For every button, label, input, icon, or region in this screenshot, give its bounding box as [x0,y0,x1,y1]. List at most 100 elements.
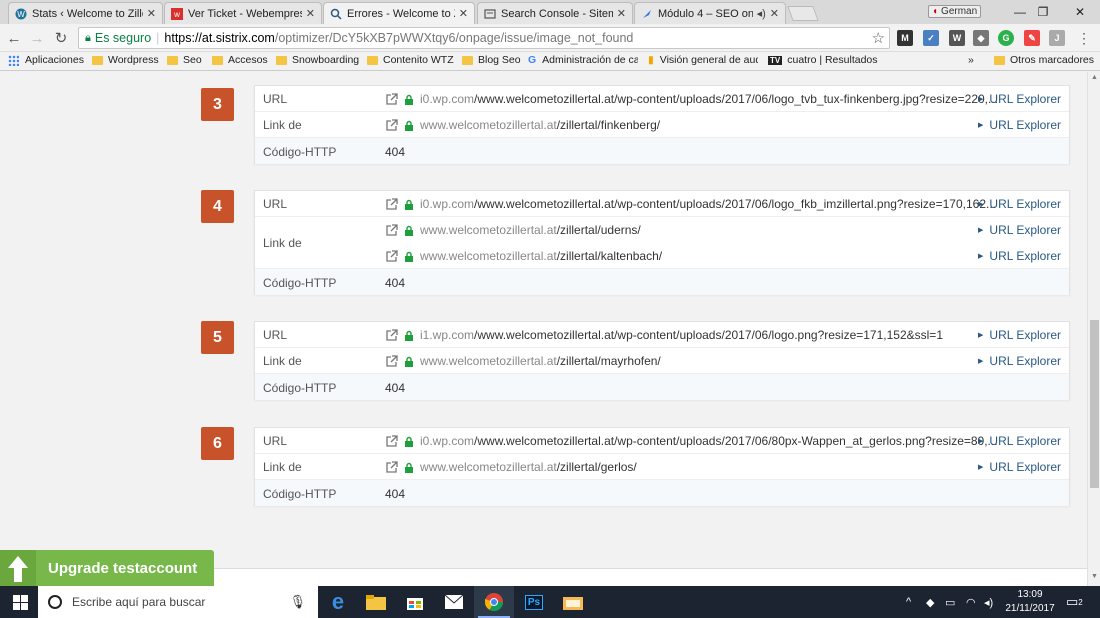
cortana-icon [48,595,62,609]
new-tab-button[interactable] [787,6,819,21]
bookmark-administracion[interactable]: G Administración de ca [528,54,638,66]
issue-number-badge: 6 [201,427,234,460]
bookmark-accesos[interactable]: Accesos [212,54,268,66]
close-icon[interactable]: ✕ [459,7,468,20]
external-link-icon[interactable] [385,460,398,474]
extension-wr-icon[interactable]: W [949,30,965,46]
dropbox-tray-icon[interactable]: ◆ [926,586,934,618]
bookmark-seo[interactable]: Seo [167,54,202,66]
scroll-down-icon[interactable]: ▼ [1090,573,1099,583]
bookmark-otros[interactable]: Otros marcadores [994,54,1094,66]
page-scrollbar[interactable]: ▲ ▼ [1087,72,1100,586]
url-explorer-link[interactable]: ▶ URL Explorer [978,460,1061,474]
folder-app-icon[interactable] [553,586,593,618]
external-link-icon[interactable] [385,434,398,448]
issue-card: URL i0.wp.com/www.welcometozillertal.at/… [254,190,1070,295]
wifi-icon[interactable]: ◠ [966,586,976,618]
bookmark-contenito[interactable]: Contenito WTZ [367,54,454,66]
url-explorer-link[interactable]: ▶ URL Explorer [978,249,1061,263]
bookmark-vision[interactable]: ▮ Visión general de aud [648,54,758,66]
extension-user-icon[interactable]: J [1049,30,1065,46]
url-explorer-link[interactable]: ▶ URL Explorer [978,197,1061,211]
scrollbar-thumb[interactable] [1090,320,1099,488]
windows-start-icon[interactable] [0,586,40,618]
edge-icon[interactable]: e [318,586,358,618]
upgrade-button[interactable]: Upgrade testaccount [0,550,214,587]
tab-ticket[interactable]: w Ver Ticket - Webempresa ✕ [164,2,322,24]
close-icon[interactable]: ✕ [147,7,156,20]
bookmark-star-icon[interactable]: ☆ [872,29,885,47]
url-explorer-link[interactable]: ▶ URL Explorer [978,118,1061,132]
tab-stats[interactable]: W Stats ‹ Welcome to Zillert ✕ [8,2,163,24]
bookmark-label: Otros marcadores [1010,54,1095,66]
extension-checkmark-icon[interactable]: ✓ [923,30,939,46]
back-arrow-icon[interactable]: ← [4,28,24,48]
analytics-icon: ▮ [648,54,654,66]
url-value[interactable]: i0.wp.com/www.welcometozillertal.at/wp-c… [385,92,998,106]
bookmark-cuatro[interactable]: TV cuatro | Resultados d [768,54,880,66]
scroll-up-icon[interactable]: ▲ [1090,74,1099,84]
profile-button[interactable]: ◖ German [928,5,982,18]
bookmark-snowboarding[interactable]: Snowboarding [276,54,359,66]
file-explorer-icon[interactable] [356,586,396,618]
close-icon[interactable]: ✕ [306,7,315,20]
url-explorer-link[interactable]: ▶ URL Explorer [978,223,1061,237]
bookmark-label: Administración de ca [542,54,638,66]
bookmarks-overflow-button[interactable]: » [968,54,974,66]
link-value[interactable]: www.welcometozillertal.at/zillertal/fink… [385,118,660,132]
tab-errores[interactable]: Errores - Welcome to Zill ✕ [323,2,475,24]
photoshop-icon[interactable]: Ps [514,586,554,618]
tab-modulo[interactable]: Módulo 4 – SEO on p ◂) ✕ [634,2,786,24]
notifications-icon[interactable]: ▭ 2 [1066,586,1083,618]
external-link-icon[interactable] [385,328,398,342]
bookmark-blog-seo[interactable]: Blog Seo [462,54,521,66]
taskbar-search-box[interactable]: Escribe aquí para buscar 🎙︎ [38,586,318,618]
http-row: Código-HTTP 404 [255,480,1069,506]
bookmark-apps[interactable]: Aplicaciones [8,54,84,66]
address-bar[interactable]: 🔒︎ Es seguro | https://at.sistrix.com /o… [78,27,890,49]
close-icon[interactable]: ✕ [617,7,626,20]
link-value[interactable]: www.welcometozillertal.at/zillertal/gerl… [385,460,637,474]
close-window-button[interactable]: ✕ [1060,0,1100,24]
microphone-icon[interactable]: 🎙︎ [289,594,306,610]
external-link-icon[interactable] [385,354,398,368]
url-explorer-link[interactable]: ▶ URL Explorer [978,92,1061,106]
apps-grid-icon [8,54,19,66]
tab-search-console[interactable]: Search Console - Sitemap ✕ [477,2,633,24]
volume-icon[interactable]: ◂) [984,586,993,618]
external-link-icon[interactable] [385,197,398,211]
extension-pin-icon[interactable]: ✎ [1024,30,1040,46]
url-value[interactable]: i0.wp.com/www.welcometozillertal.at/wp-c… [385,434,998,448]
battery-icon[interactable]: ▭ [945,586,955,618]
external-link-icon[interactable] [385,223,398,237]
link-value[interactable]: www.welcometozillertal.at/zillertal/mayr… [385,354,661,368]
url-value[interactable]: i0.wp.com/www.welcometozillertal.at/wp-c… [385,197,996,211]
taskbar-clock[interactable]: 13:09 21/11/2017 [1002,588,1058,616]
url-explorer-link[interactable]: ▶ URL Explorer [978,434,1061,448]
external-link-icon[interactable] [385,249,398,263]
url-explorer-link[interactable]: ▶ URL Explorer [978,328,1061,342]
lock-icon [405,436,413,447]
bookmark-wordpress[interactable]: Wordpress [92,54,159,66]
menu-dots-icon[interactable]: ⋮ [1074,28,1094,48]
mail-icon[interactable] [434,586,474,618]
show-hidden-icons-icon[interactable]: ^ [906,586,911,618]
restore-button[interactable]: ❐ [1023,0,1063,24]
forward-arrow-icon[interactable]: → [27,28,47,48]
close-icon[interactable]: ✕ [770,7,779,20]
external-link-icon[interactable] [385,118,398,132]
url-explorer-link[interactable]: ▶ URL Explorer [978,354,1061,368]
extension-m-icon[interactable]: M [897,30,913,46]
url-value[interactable]: i1.wp.com/www.welcometozillertal.at/wp-c… [385,328,943,342]
store-icon[interactable] [395,586,435,618]
link-value[interactable]: www.welcometozillertal.at/zillertal/uder… [385,223,641,237]
extension-grammarly-icon[interactable]: G [998,30,1014,46]
chrome-icon[interactable] [474,586,514,618]
extension-dropbox-icon[interactable]: ◆ [973,30,989,46]
reload-icon[interactable]: ↻ [51,28,71,48]
link-value[interactable]: www.welcometozillertal.at/zillertal/kalt… [385,249,662,263]
triangle-right-icon: ▶ [978,122,984,129]
external-link-icon[interactable] [385,92,398,106]
url-explorer-label: URL Explorer [989,249,1061,263]
lock-icon: 🔒︎ [85,31,91,44]
